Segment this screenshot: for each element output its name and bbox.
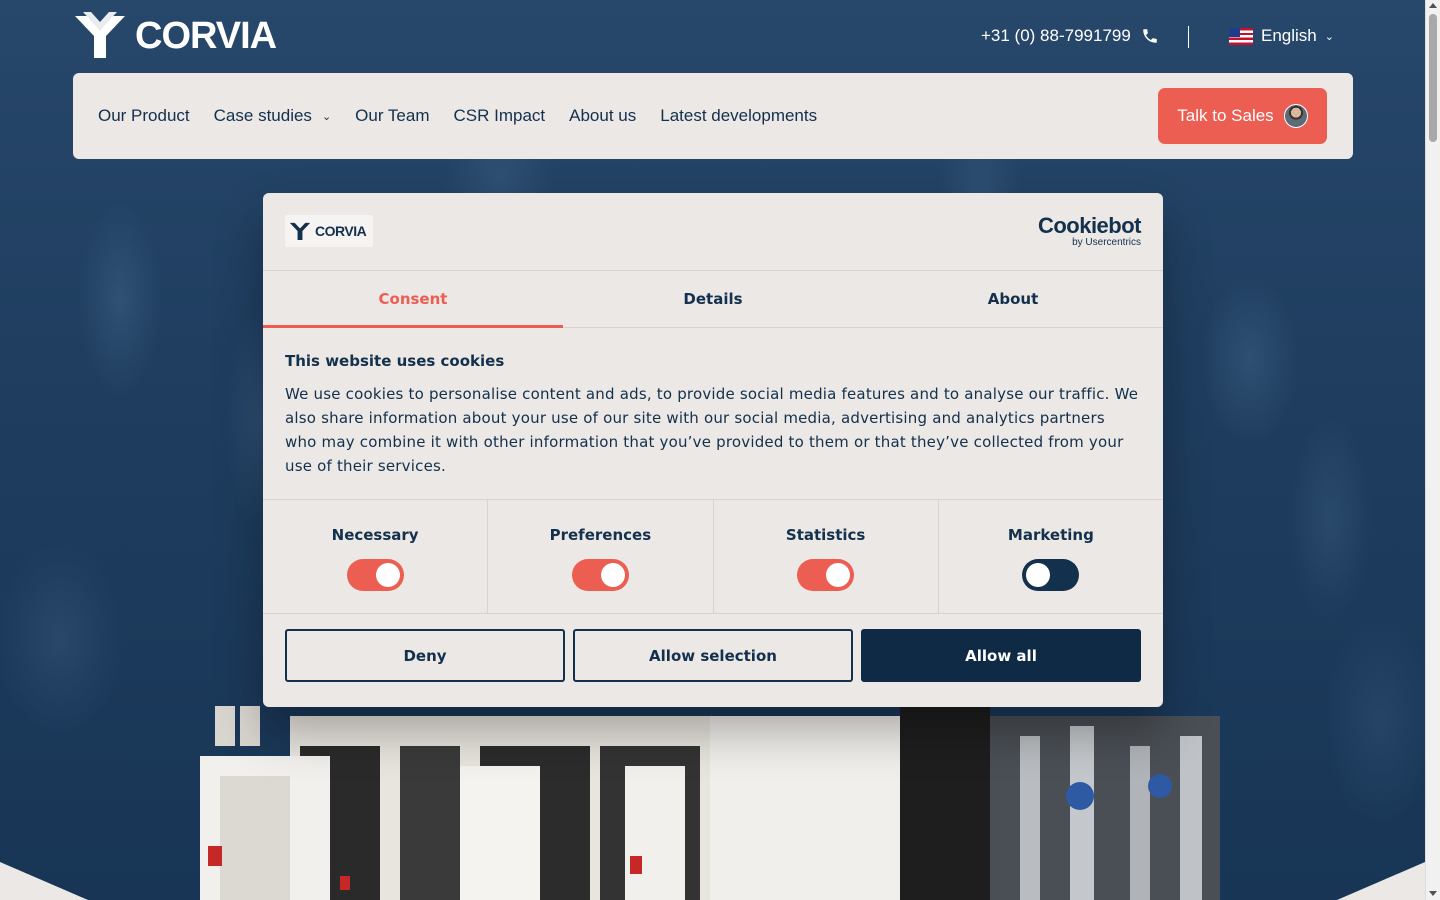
nav-item-label: Case studies — [213, 106, 312, 125]
preferences-switch[interactable] — [571, 559, 629, 591]
sales-avatar — [1283, 104, 1308, 128]
nav-item-csr-impact[interactable]: CSR Impact — [453, 106, 545, 126]
scroll-thumb[interactable] — [1429, 14, 1437, 142]
product-machine-image — [200, 706, 1220, 900]
phone-number: +31 (0) 88-7991799 — [981, 26, 1131, 45]
nav-item-our-product[interactable]: Our Product — [98, 106, 190, 126]
toggle-statistics: Statistics — [714, 500, 939, 613]
allow-selection-button[interactable]: Allow selection — [573, 629, 853, 682]
nav-item-label: Our Product — [98, 106, 190, 125]
scroll-up-icon[interactable] — [1429, 3, 1437, 8]
dialog-header: CORVIA Cookiebot by Usercentrics — [263, 193, 1163, 271]
nav-item-latest-developments[interactable]: Latest developments — [660, 106, 817, 126]
switch-knob — [1026, 563, 1051, 587]
talk-to-sales-button[interactable]: Talk to Sales — [1158, 88, 1327, 144]
dialog-title: This website uses cookies — [285, 352, 505, 370]
dialog-buttons: Deny Allow selection Allow all — [263, 614, 1163, 682]
phone-link[interactable]: +31 (0) 88-7991799 — [981, 26, 1159, 46]
nav-item-our-team[interactable]: Our Team — [355, 106, 429, 126]
toggle-preferences: Preferences — [488, 500, 714, 613]
chevron-down-icon: ⌄ — [1324, 30, 1334, 43]
toggle-label: Marketing — [1007, 526, 1094, 544]
nav-item-about-us[interactable]: About us — [569, 106, 636, 126]
dialog-tabs: Consent Details About — [263, 271, 1163, 328]
statistics-switch[interactable] — [797, 559, 855, 591]
switch-knob — [600, 563, 625, 587]
topbar-divider — [1188, 26, 1189, 48]
nav-item-label: Latest developments — [660, 106, 818, 125]
nav-item-label: About us — [569, 106, 637, 125]
necessary-switch[interactable] — [346, 559, 404, 591]
talk-to-sales-label: Talk to Sales — [1177, 106, 1274, 125]
switch-knob — [826, 563, 851, 587]
language-selector[interactable]: English ⌄ — [1229, 26, 1334, 46]
dialog-brand-logo: CORVIA — [285, 215, 373, 247]
brand-logo[interactable]: CORVIA — [73, 12, 277, 60]
tab-details[interactable]: Details — [563, 271, 863, 327]
toggle-label: Preferences — [549, 526, 652, 544]
nav-item-case-studies[interactable]: Case studies ⌄ — [214, 106, 332, 126]
toggle-label: Necessary — [331, 526, 419, 544]
tab-consent[interactable]: Consent — [263, 271, 563, 328]
cookiebot-sub: by Usercentrics — [1072, 237, 1141, 248]
allow-all-button[interactable]: Allow all — [861, 629, 1141, 682]
nav-items: Our Product Case studies ⌄ Our Team CSR … — [98, 73, 817, 159]
decorative-corner-left — [0, 862, 88, 900]
corvia-logo-icon — [289, 222, 311, 240]
scroll-down-icon[interactable] — [1429, 891, 1437, 896]
us-flag-icon — [1229, 27, 1253, 45]
cookiebot-name: Cookiebot — [1037, 213, 1142, 238]
toggle-label: Statistics — [785, 526, 866, 544]
consent-toggles: Necessary Preferences Statistics Marketi… — [263, 500, 1163, 614]
tab-about[interactable]: About — [863, 271, 1163, 327]
dialog-brand-name: CORVIA — [315, 223, 367, 239]
brand-name: CORVIA — [135, 14, 277, 57]
toggle-marketing: Marketing — [939, 500, 1163, 613]
toggle-necessary: Necessary — [263, 500, 489, 613]
switch-knob — [375, 563, 400, 587]
chevron-down-icon: ⌄ — [321, 110, 332, 123]
nav-item-label: Our Team — [355, 106, 430, 125]
cookiebot-logo[interactable]: Cookiebot by Usercentrics — [1037, 213, 1142, 249]
main-nav: Our Product Case studies ⌄ Our Team CSR … — [73, 73, 1353, 159]
phone-icon — [1143, 29, 1157, 43]
page-scrollbar[interactable] — [1425, 0, 1440, 900]
nav-item-label: CSR Impact — [453, 106, 546, 125]
dialog-body: This website uses cookies We use cookies… — [263, 328, 1163, 500]
deny-button[interactable]: Deny — [285, 629, 565, 682]
dialog-description: We use cookies to personalise content an… — [285, 385, 1139, 475]
corvia-logo-icon — [75, 12, 125, 58]
language-label: English — [1261, 26, 1317, 45]
decorative-corner-right — [1337, 862, 1425, 900]
marketing-switch[interactable] — [1022, 559, 1080, 591]
cookie-consent-dialog: CORVIA Cookiebot by Usercentrics Consent… — [263, 193, 1163, 707]
